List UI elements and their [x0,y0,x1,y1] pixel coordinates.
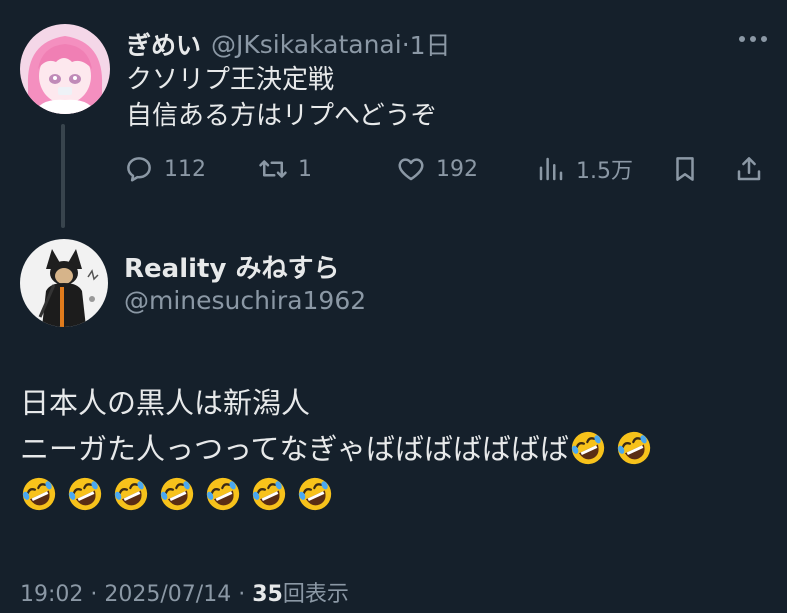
tweet-view-count: 35 [252,582,283,607]
like-button[interactable]: 192 [396,150,478,188]
tweet-time[interactable]: 19:02 [20,582,83,607]
reply-tweet-line-2: ニーガた人っつってなぎゃばばばばばばば [20,426,661,472]
anime-girl-avatar-image [20,24,110,114]
retweet-icon [259,160,287,178]
more-options-button[interactable] [735,24,771,54]
rofl-emoji-icon [571,431,605,465]
original-tweet-time[interactable]: 1日 [410,26,451,62]
original-tweet-line-1: クソリプ王決定戦 [126,65,335,95]
share-button[interactable] [734,150,764,188]
reply-author-handle[interactable]: @minesuchira1962 [124,286,366,315]
original-author-avatar[interactable] [20,24,110,114]
original-tweet-line-2: 自信ある方はリプへどうぞ [126,101,437,131]
retweet-button[interactable]: 1 [258,150,312,188]
original-author-name[interactable]: ぎめい [126,26,201,62]
share-icon [737,157,761,181]
bookmark-button[interactable] [670,150,700,188]
original-tweet-text: クソリプ王決定戦 自信ある方はリプへどうぞ [126,62,437,134]
meta-separator-1: · [90,582,98,607]
original-author-handle[interactable]: @JKsikakatanai [211,30,402,59]
reply-author-avatar[interactable] [20,239,108,327]
more-icon [739,36,767,42]
reply-author-name[interactable]: Reality みねすら [124,248,339,285]
reply-tweet-line-1: 日本人の黒人は新潟人 [20,386,311,420]
bookmark-icon [676,157,694,181]
rofl-emoji-icon [22,477,56,511]
rofl-emoji-icon [252,477,286,511]
rofl-emoji-icon [298,477,332,511]
original-tweet-header: ぎめい @JKsikakatanai · 1日 [126,26,451,62]
meta-separator-2: · [238,582,246,607]
reply-button[interactable]: 112 [124,150,206,188]
rofl-emoji-icon [617,431,651,465]
header-separator: · [401,29,410,59]
thread-connector-line [61,124,65,228]
reply-icon [127,157,151,182]
like-count: 192 [436,156,478,182]
reply-count: 112 [164,156,206,182]
reply-tweet-line-2-text: ニーガた人っつってなぎゃばばばばばばば [20,432,569,466]
tweet-view-label: 回表示 [282,582,349,607]
rofl-emoji-icon [206,477,240,511]
emoji-group-line-2 [569,431,661,466]
like-icon [398,158,424,181]
rofl-emoji-icon [114,477,148,511]
rofl-emoji-icon [68,477,102,511]
tweet-date[interactable]: 2025/07/14 [104,582,231,607]
reply-tweet-text: 日本人の黒人は新潟人 ニーガた人っつってなぎゃばばばばばばば [20,380,661,518]
views-button[interactable]: 1.5万 [536,150,633,188]
cat-ear-character-avatar-image [20,239,108,327]
rofl-emoji-icon [160,477,194,511]
reply-tweet-metadata: 19:02 · 2025/07/14 · 35回表示 [20,576,349,608]
retweet-count: 1 [298,156,312,182]
tweet-thread: ぎめい @JKsikakatanai · 1日 クソリプ王決定戦 自信ある方はリ… [0,0,787,613]
emoji-group-line-3 [20,472,661,518]
view-count: 1.5万 [576,159,633,184]
views-icon [539,157,563,181]
